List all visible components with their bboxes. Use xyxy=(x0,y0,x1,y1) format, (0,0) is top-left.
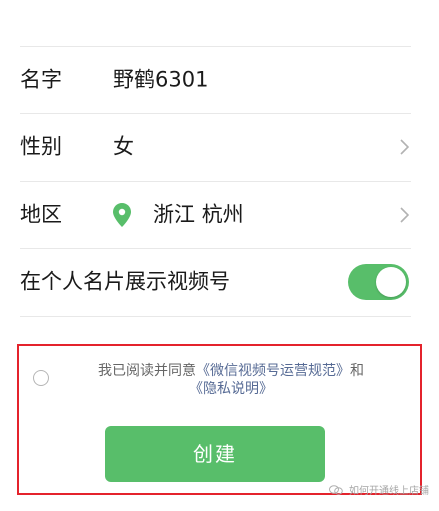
region-province: 浙江 xyxy=(153,202,195,227)
region-row[interactable]: 地区 浙江 杭州 xyxy=(0,182,439,248)
operation-rules-link[interactable]: 《微信视频号运营规范》 xyxy=(196,363,350,379)
name-label: 名字 xyxy=(20,67,62,92)
agree-radio[interactable] xyxy=(33,370,49,386)
gender-value: 女 xyxy=(113,134,134,159)
watermark-text: 如何开通线上店铺 xyxy=(349,486,429,497)
region-city: 杭州 xyxy=(201,202,244,227)
location-pin-icon xyxy=(113,203,131,227)
chevron-right-icon xyxy=(400,207,409,223)
gender-row[interactable]: 性别 女 xyxy=(0,114,439,180)
privacy-link[interactable]: 《隐私说明》 xyxy=(189,381,273,397)
divider xyxy=(20,316,411,317)
agreement-middle: 和 xyxy=(350,363,364,379)
region-value: 浙江 杭州 xyxy=(153,202,244,227)
watermark: 如何开通线上店铺 xyxy=(329,482,429,497)
show-on-card-label: 在个人名片展示视频号 xyxy=(20,269,230,294)
gender-label: 性别 xyxy=(20,134,62,159)
wechat-icon xyxy=(329,485,343,495)
toggle-knob xyxy=(376,267,406,297)
region-label: 地区 xyxy=(20,202,62,227)
agreement-prefix: 我已阅读并同意 xyxy=(98,363,196,379)
show-on-card-toggle[interactable] xyxy=(348,264,409,300)
chevron-right-icon xyxy=(400,139,409,155)
agreement-text: 我已阅读并同意《微信视频号运营规范》和《隐私说明》 xyxy=(58,362,404,398)
create-button[interactable]: 创建 xyxy=(105,426,325,482)
show-on-card-row: 在个人名片展示视频号 xyxy=(0,249,439,315)
name-value: 野鹤6301 xyxy=(113,67,209,92)
name-row[interactable]: 名字 野鹤6301 xyxy=(0,47,439,113)
